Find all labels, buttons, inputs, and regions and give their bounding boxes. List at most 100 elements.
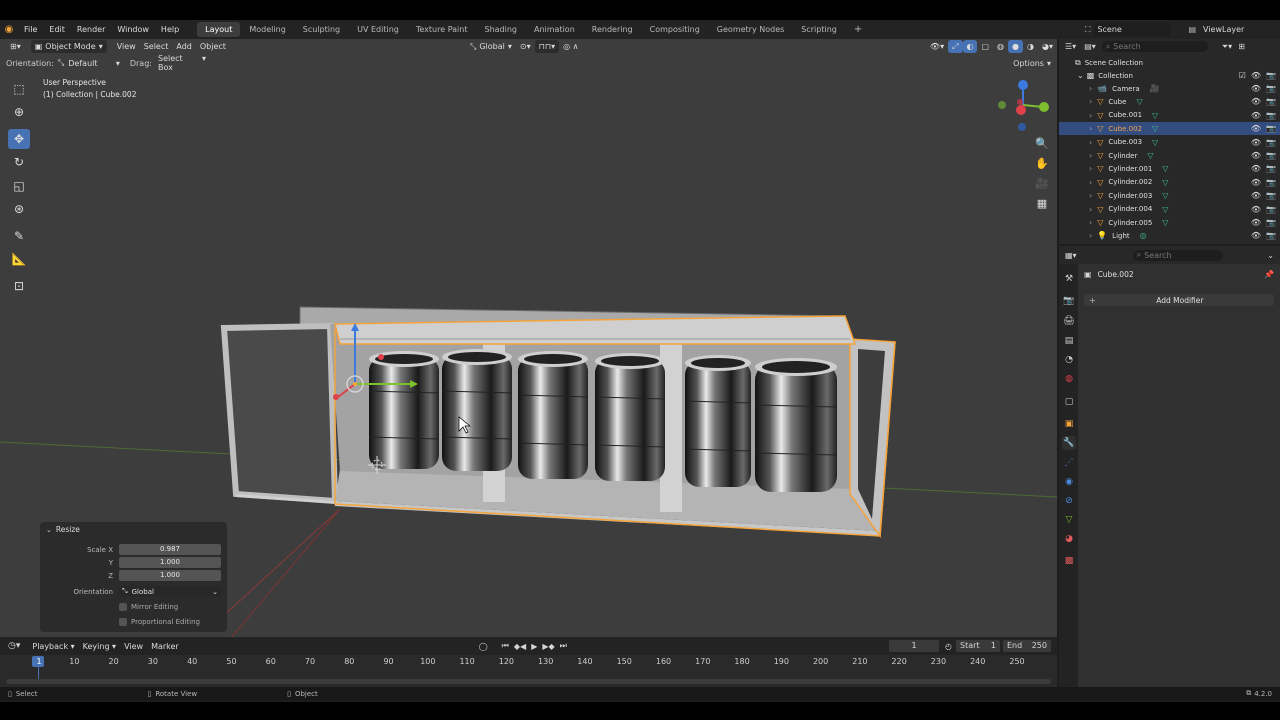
play-icon[interactable]: ▶ [531,642,537,651]
camera-render-icon[interactable]: 📷 [1266,111,1276,120]
expand-toggle-icon[interactable]: › [1089,178,1092,187]
checkbox-icon[interactable]: ☑ [1239,71,1246,80]
tab-modeling[interactable]: Modeling [241,22,293,37]
camera-render-icon[interactable]: 📷 [1266,124,1276,133]
eye-icon[interactable]: 👁 [1251,231,1261,240]
view-layer-tab-icon[interactable]: ▤ [1062,334,1076,348]
filter-icon[interactable]: ⏷▾ [1222,42,1232,52]
start-frame-field[interactable]: Start 1 [956,640,1000,652]
material-tab-icon[interactable]: ◕ [1062,532,1076,546]
scene-collection-row[interactable]: ⧉ Scene Collection [1059,56,1280,69]
chevron-down-icon[interactable]: ⌄ [1267,251,1274,260]
expand-toggle-icon[interactable]: ⌄ [1077,71,1084,80]
tab-texture-paint[interactable]: Texture Paint [408,22,476,37]
particles-tab-icon[interactable]: ⋰ [1062,456,1076,470]
eye-icon[interactable]: 👁 [1251,97,1261,106]
expand-toggle-icon[interactable]: › [1089,138,1092,147]
physics-tab-icon[interactable]: ◉ [1062,475,1076,489]
camera-render-icon[interactable]: 📷 [1266,84,1276,93]
tab-geometry-nodes[interactable]: Geometry Nodes [709,22,792,37]
expand-toggle-icon[interactable]: › [1089,84,1092,93]
overlay-toggle-icon[interactable]: ◐ [962,40,978,53]
transform-orientation-selector[interactable]: ⤡ Global ▾ [466,40,516,53]
expand-toggle-icon[interactable]: › [1089,151,1092,160]
scale-tool-icon[interactable]: ◱ [8,176,30,196]
outliner-item[interactable]: › ▽ Cube.002 ▽ 👁 📷 [1059,122,1280,136]
data-tab-icon[interactable]: ▽ [1062,513,1076,527]
properties-search[interactable]: ⌕ Search [1132,249,1223,261]
world-tab-icon[interactable]: ◍ [1062,372,1076,386]
menu-keying[interactable]: Keying ▾ [79,640,120,653]
outliner-item[interactable]: › ▽ Cylinder.005 ▽ 👁 📷 [1059,216,1280,229]
outliner-editor-icon[interactable]: ☰▾ [1065,42,1076,51]
modifier-tab-icon[interactable]: 🔧 [1062,436,1076,450]
proportional-edit-icon[interactable]: ◎ ∧ [559,40,582,53]
add-cube-tool-icon[interactable]: ⊡ [8,276,30,296]
mesh-data-icon[interactable]: ▽ [1162,164,1168,173]
menu-select[interactable]: Select [140,40,173,53]
camera-render-icon[interactable]: 📷 [1266,218,1276,227]
tab-shading[interactable]: Shading [476,22,525,37]
camera-render-icon[interactable]: 📷 [1266,97,1276,106]
orientation-dropdown[interactable]: ⤡ Default ▾ [58,58,120,68]
proportional-editing-checkbox[interactable]: Proportional Editing [119,616,200,627]
tool-tab-icon[interactable]: ⚒ [1062,272,1076,286]
snap-icon[interactable]: ⊓⊓▾ [534,40,560,53]
orientation-dropdown[interactable]: ⤡ Global ⌄ [119,586,221,597]
view-layer-selector[interactable]: ViewLayer [1200,23,1260,36]
outliner-item[interactable]: › ▽ Cylinder ▽ 👁 📷 [1059,149,1280,162]
blender-logo-icon[interactable]: ◉ [0,24,18,35]
outliner-item[interactable]: › ▽ Cube ▽ 👁 📷 [1059,95,1280,108]
tab-uv-editing[interactable]: UV Editing [349,22,407,37]
pivot-icon[interactable]: ⊙▾ [516,40,535,53]
camera-render-icon[interactable]: 📷 [1266,71,1276,80]
outliner-item[interactable]: › ▽ Cylinder.001 ▽ 👁 📷 [1059,162,1280,175]
outliner-item[interactable]: › ▽ Cylinder.003 ▽ 👁 📷 [1059,189,1280,202]
wireframe-shading-icon[interactable]: ◍ [993,40,1008,53]
eye-icon[interactable]: 👁 [1251,151,1261,160]
expand-toggle-icon[interactable]: › [1089,205,1092,214]
navigation-gizmo[interactable] [995,77,1055,137]
scale-y-field[interactable]: 1.000 [119,557,221,568]
menu-object[interactable]: Object [196,40,230,53]
menu-view[interactable]: View [113,40,140,53]
timeline-scrollbar[interactable] [6,679,1051,684]
select-box-tool-icon[interactable]: ⬚ [8,79,30,99]
xray-icon[interactable]: ▢ [977,40,993,53]
3d-viewport[interactable]: ⊞▾ ▣ Object Mode ▾ View Select Add Objec… [0,39,1057,637]
collection-row[interactable]: ⌄ ▩ Collection ☑ 👁 📷 [1059,69,1280,82]
next-keyframe-icon[interactable]: ▶◆ [542,642,554,651]
camera-render-icon[interactable]: 📷 [1266,151,1276,160]
camera-render-icon[interactable]: 📷 [1266,178,1276,187]
menu-help[interactable]: Help [155,20,185,39]
prev-keyframe-icon[interactable]: ◆◀ [514,642,526,651]
rendered-shading-icon[interactable]: ◕▾ [1038,40,1057,53]
pan-hand-icon[interactable]: ✋ [1032,154,1052,172]
outliner-item[interactable]: › ▽ Cube.003 ▽ 👁 📷 [1059,136,1280,149]
camera-render-icon[interactable]: 📷 [1266,164,1276,173]
render-tab-icon[interactable]: 📷 [1062,294,1076,308]
eye-icon[interactable]: 👁 [1251,111,1261,120]
mesh-data-icon[interactable]: ▽ [1162,178,1168,187]
eye-icon[interactable]: 👁 [1251,205,1261,214]
clock-icon[interactable]: ◴ [945,642,952,651]
outliner-item[interactable]: › ▽ Cube.001 ▽ 👁 📷 [1059,109,1280,122]
eye-icon[interactable]: 👁 [1251,178,1261,187]
add-modifier-button[interactable]: + Add Modifier [1084,294,1274,306]
scale-x-field[interactable]: 0.987 [119,544,221,555]
record-icon[interactable]: ◯ [479,642,488,651]
new-collection-icon[interactable]: ⊞ [1238,42,1245,51]
tab-compositing[interactable]: Compositing [642,22,708,37]
expand-toggle-icon[interactable]: › [1089,164,1092,173]
menu-playback[interactable]: Playback ▾ [28,640,78,653]
object-tab-icon[interactable]: ▣ [1062,417,1076,431]
visibility-icon[interactable]: 👁▾ [926,40,948,53]
eye-icon[interactable]: 👁 [1251,124,1261,133]
timeline-editor-icon[interactable]: ◷▾ [8,641,20,651]
move-tool-icon[interactable]: ✥ [8,129,30,149]
menu-edit[interactable]: Edit [43,20,71,39]
drag-dropdown[interactable]: Select Box ▾ [158,54,206,72]
expand-toggle-icon[interactable]: › [1089,218,1092,227]
eye-icon[interactable]: 👁 [1251,138,1261,147]
outliner-item[interactable]: › ▽ Cylinder.004 ▽ 👁 📷 [1059,203,1280,216]
